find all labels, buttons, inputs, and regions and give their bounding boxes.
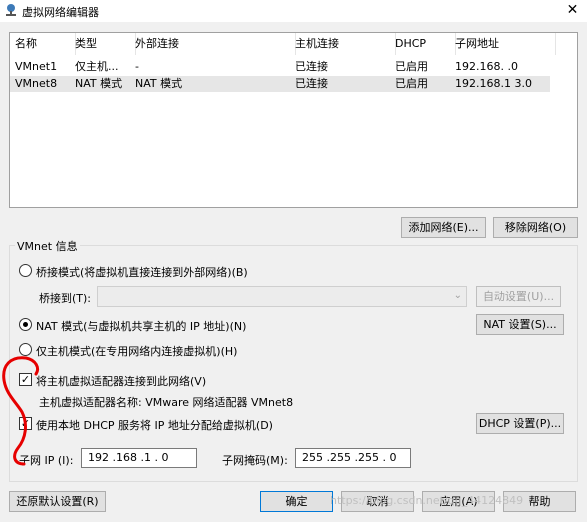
dhcp-settings-button[interactable]: DHCP 设置(P)... [476,413,564,434]
auto-settings-button[interactable]: 自动设置(U)... [476,286,561,307]
row-type: NAT 模式 [75,77,123,90]
column-header-external[interactable]: 外部连接 [130,33,296,55]
row-dhcp: 已启用 [395,77,428,90]
close-button[interactable]: ✕ [558,0,587,22]
title-bar[interactable]: 虚拟网络编辑器 ✕ [0,0,587,22]
column-header-host[interactable]: 主机连接 [290,33,396,55]
row-dhcp: 已启用 [395,60,428,73]
chevron-down-icon: ⌄ [453,290,462,301]
window-title: 虚拟网络编辑器 [22,6,99,19]
row-host: 已连接 [295,77,328,90]
connect-adapter-label[interactable]: 将主机虚拟适配器连接到此网络(V) [36,373,206,389]
row-name: VMnet8 [15,77,58,90]
remove-network-button[interactable]: 移除网络(O) [493,217,578,238]
red-annotation-mark [2,356,40,466]
bridge-to-label: 桥接到(T): [39,292,92,305]
host-adapter-name: 主机虚拟适配器名称: VMware 网络适配器 VMnet8 [39,396,294,409]
row-external: NAT 模式 [135,77,183,90]
network-list[interactable]: 名称 类型 外部连接 主机连接 DHCP 子网地址 VMnet1 仅主机... … [9,32,578,208]
row-host: 已连接 [295,60,328,73]
ok-button[interactable]: 确定 [260,491,333,512]
vmnet-info-group [9,245,578,482]
vmnet-info-label: VMnet 信息 [15,238,80,254]
subnet-mask-input[interactable]: 255 .255 .255 . 0 [295,448,411,468]
bridge-mode-radio[interactable] [19,264,32,277]
nat-mode-label[interactable]: NAT 模式(与虚拟机共享主机的 IP 地址)(N) [36,318,246,334]
row-type: 仅主机... [75,60,119,73]
bridge-to-select[interactable]: ⌄ [97,286,467,307]
host-only-label[interactable]: 仅主机模式(在专用网络内连接虚拟机)(H) [36,343,237,359]
row-subnet: 192.168. .0 [455,60,518,73]
column-header-dhcp[interactable]: DHCP [390,33,456,55]
row-name: VMnet1 [15,60,58,73]
watermark: https://blog.csdn.net/qq_44124849 [330,494,524,507]
subnet-mask-label: 子网掩码(M): [222,454,288,467]
list-header: 名称 类型 外部连接 主机连接 DHCP 子网地址 [10,33,577,55]
table-row[interactable]: VMnet1 仅主机... - 已连接 已启用 192.168. .0 [10,59,577,75]
row-external: - [135,60,139,73]
nat-settings-button[interactable]: NAT 设置(S)... [476,314,564,335]
row-subnet: 192.168.1 3.0 [455,77,532,90]
nat-mode-radio[interactable] [19,318,32,331]
table-row-selected[interactable]: VMnet8 NAT 模式 NAT 模式 已连接 已启用 192.168.1 3… [10,76,550,92]
column-header-type[interactable]: 类型 [70,33,136,55]
column-header-name[interactable]: 名称 [10,33,76,55]
bridge-mode-label[interactable]: 桥接模式(将虚拟机直接连接到外部网络)(B) [36,264,248,280]
add-network-button[interactable]: 添加网络(E)... [401,217,486,238]
network-editor-icon [6,4,16,16]
restore-defaults-button[interactable]: 还原默认设置(R) [9,491,106,512]
column-header-subnet[interactable]: 子网地址 [450,33,556,55]
subnet-ip-input[interactable]: 192 .168 .1 . 0 [81,448,197,468]
use-dhcp-label[interactable]: 使用本地 DHCP 服务将 IP 地址分配给虚拟机(D) [36,417,273,433]
